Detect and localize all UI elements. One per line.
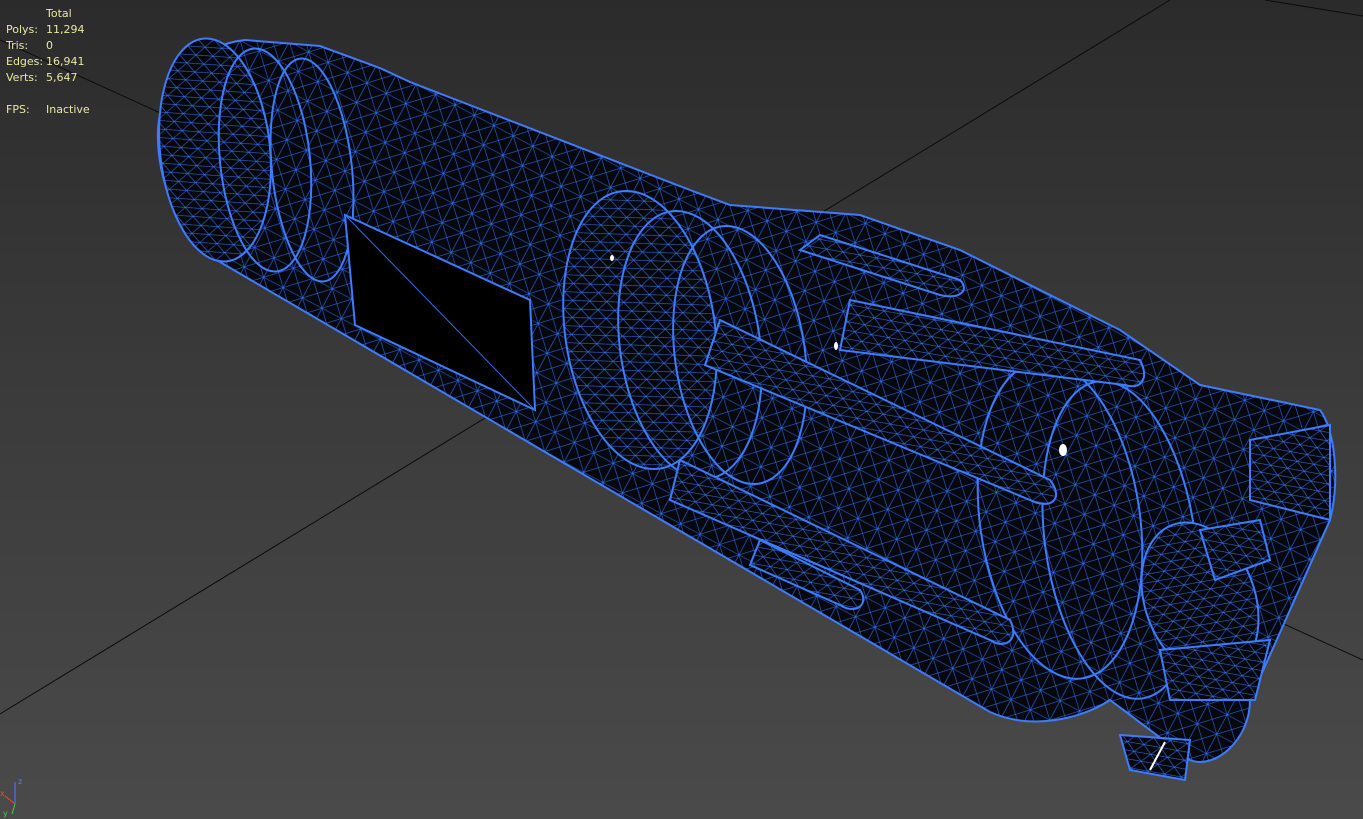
mesh-body xyxy=(156,38,1337,763)
stat-label: Tris: xyxy=(6,39,29,52)
stat-label: Polys: xyxy=(6,23,38,36)
stat-row-edges: Edges: 16,941 xyxy=(6,54,90,70)
stat-row-tris: Tris: 0 xyxy=(6,38,90,54)
axis-tripod-icon: z x y xyxy=(0,777,22,818)
stat-value: 0 xyxy=(46,39,53,52)
wireframe-mesh[interactable] xyxy=(149,33,1337,782)
axis-y-label: y xyxy=(3,809,8,818)
fps-value: Inactive xyxy=(46,103,90,116)
stat-value: 16,941 xyxy=(46,55,85,68)
perspective-viewport[interactable] xyxy=(0,0,1363,819)
stat-value: 5,647 xyxy=(46,71,78,84)
fps-label: FPS: xyxy=(6,103,30,116)
stat-row-verts: Verts: 5,647 xyxy=(6,70,90,86)
stat-value: 11,294 xyxy=(46,23,85,36)
stat-row-polys: Polys: 11,294 xyxy=(6,22,90,38)
stat-label: Verts: xyxy=(6,71,38,84)
axis-x-label: x xyxy=(0,789,5,798)
stat-label: Edges: xyxy=(6,55,44,68)
stats-header: Total xyxy=(46,7,72,20)
stat-row-fps: FPS: Inactive xyxy=(6,102,90,118)
axis-z-label: z xyxy=(18,777,22,786)
viewport-statistics: Total Polys: 11,294 Tris: 0 Edges: 16,94… xyxy=(6,6,90,118)
